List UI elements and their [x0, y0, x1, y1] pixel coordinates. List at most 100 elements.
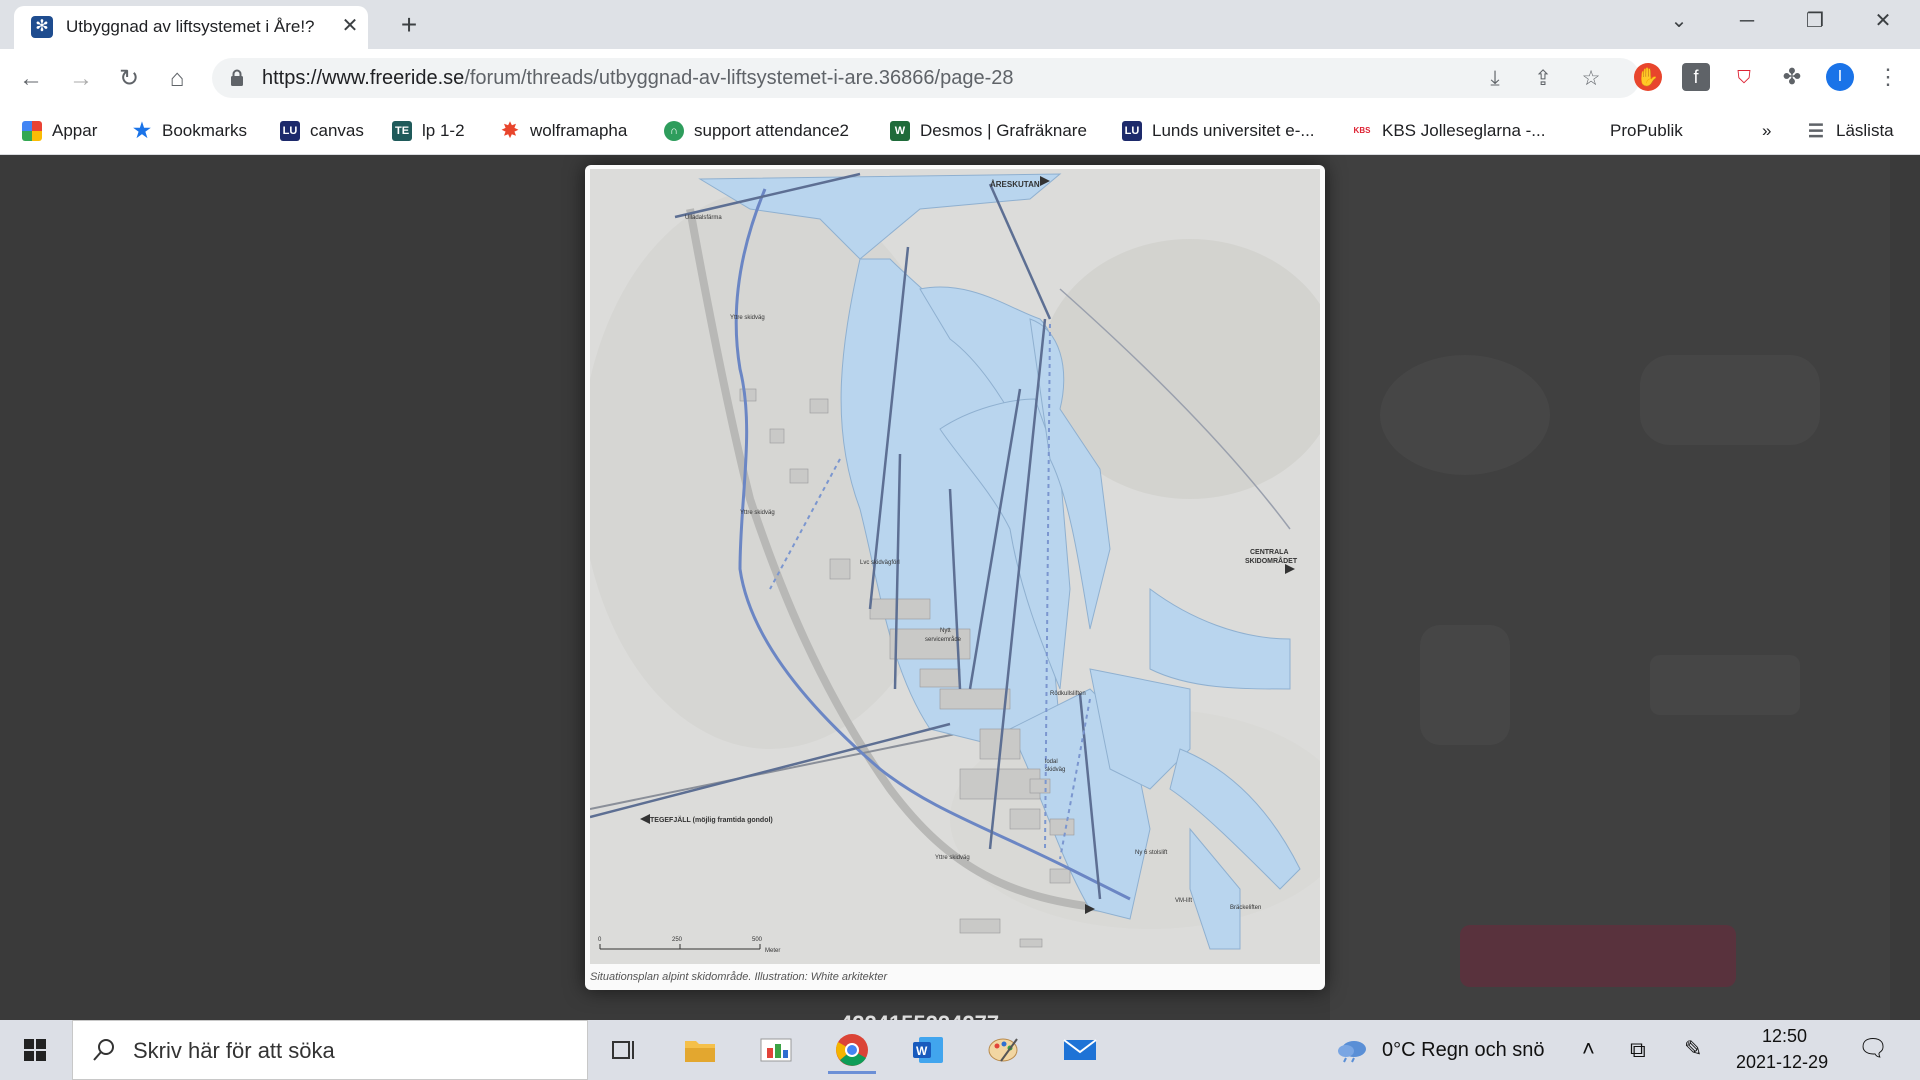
page-content: ÅRESKUTAN CENTRALA SKIDOMRÅDET TEGEFJÄLL…: [0, 155, 1920, 1020]
reload-button[interactable]: ↻: [112, 62, 146, 96]
map-label-ytre-1: Yttre skidväg: [730, 315, 765, 321]
bookmark-appar[interactable]: Appar: [22, 119, 97, 143]
bookmark-lp[interactable]: TE lp 1-2: [392, 119, 465, 143]
chrome-taskbar-icon[interactable]: [822, 1026, 882, 1074]
lock-icon: [231, 69, 243, 86]
more-bookmarks-button[interactable]: »: [1762, 119, 1771, 143]
reading-list-button[interactable]: ☰ Läslista: [1806, 119, 1894, 143]
mail-icon[interactable]: [1050, 1026, 1110, 1074]
bookmark-kbs[interactable]: KBS KBS Jolleseglarna -...: [1352, 119, 1545, 143]
kbs-icon: KBS: [1352, 121, 1372, 141]
share-icon[interactable]: ⇪: [1530, 66, 1556, 92]
bookmark-bookmarks[interactable]: ★ Bookmarks: [132, 119, 247, 143]
windows-taskbar: Skriv här för att söka W 0°C Regn och sn…: [0, 1020, 1920, 1080]
map-label-centrala: CENTRALA: [1250, 549, 1289, 556]
taskbar-search-box[interactable]: Skriv här för att söka: [72, 1020, 588, 1080]
extensions-puzzle-icon[interactable]: ✤: [1778, 63, 1806, 91]
pen-icon[interactable]: ✎: [1684, 1036, 1702, 1062]
windows-start-icon[interactable]: [0, 1020, 72, 1080]
desmos-icon: W: [890, 121, 910, 141]
map-label-rodkullen: Rödkullsliften: [1050, 691, 1086, 697]
tray-chevron-up-icon[interactable]: ˄: [1582, 1036, 1595, 1062]
browser-tab[interactable]: ✻ Utbyggnad av liftsystemet i Åre!? ✕: [14, 6, 368, 49]
scale-label-500: 500: [752, 937, 763, 943]
search-icon: [93, 1039, 114, 1061]
url-text: https://www.freeride.se/forum/threads/ut…: [262, 67, 1014, 89]
close-window-button[interactable]: ✕: [1858, 6, 1908, 36]
profile-avatar[interactable]: I: [1826, 63, 1854, 91]
bookmark-wolframapha[interactable]: ✸ wolframapha: [500, 119, 628, 143]
map-label-tegefjall: TEGEFJÄLL (möjlig framtida gondol): [650, 816, 773, 824]
scale-unit: Meter: [765, 948, 780, 954]
minimize-button[interactable]: ─: [1722, 6, 1772, 36]
te-icon: TE: [392, 121, 412, 141]
lu-icon: LU: [1122, 121, 1142, 141]
dimmed-thumbnail: [1650, 655, 1800, 715]
network-icon[interactable]: ⧉: [1630, 1037, 1646, 1063]
map-label-ulladal: Ulladalsfärma: [685, 215, 722, 221]
map-label-centrala-2: SKIDOMRÅDET: [1245, 556, 1298, 565]
paint-icon[interactable]: [974, 1026, 1034, 1074]
bookmark-canvas[interactable]: LU canvas: [280, 119, 364, 143]
svg-text:W: W: [916, 1044, 928, 1058]
headset-icon: ∩: [664, 121, 684, 141]
image-lightbox[interactable]: ÅRESKUTAN CENTRALA SKIDOMRÅDET TEGEFJÄLL…: [585, 165, 1325, 990]
ski-area-map: ÅRESKUTAN CENTRALA SKIDOMRÅDET TEGEFJÄLL…: [590, 169, 1320, 964]
facebook-extension-icon[interactable]: f: [1682, 63, 1710, 91]
map-label-brack: Bräckeliften: [1230, 905, 1261, 911]
bookmark-support-attendance[interactable]: ∩ support attendance2: [664, 119, 849, 143]
tab-strip: ✻ Utbyggnad av liftsystemet i Åre!? ✕ + …: [0, 0, 1920, 49]
image-caption: Situationsplan alpint skidområde. Illust…: [590, 971, 888, 983]
dimmed-thumbnail: [1640, 355, 1820, 445]
photos-app-icon[interactable]: [746, 1026, 806, 1074]
tab-title: Utbyggnad av liftsystemet i Åre!?: [66, 17, 315, 36]
scale-label-250: 250: [672, 937, 683, 943]
close-tab-icon[interactable]: ✕: [338, 14, 362, 38]
install-app-icon[interactable]: ⤓: [1482, 66, 1508, 92]
new-tab-button[interactable]: +: [392, 8, 426, 42]
map-label-ytre-2: Yttre skidväg: [740, 510, 775, 516]
map-label-ytre-3: Yttre skidväg: [935, 855, 970, 861]
lu-icon: LU: [280, 121, 300, 141]
file-explorer-icon[interactable]: [670, 1026, 730, 1074]
restore-button[interactable]: ❐: [1790, 6, 1840, 36]
clock-time[interactable]: 12:50: [1762, 1026, 1807, 1047]
map-label-lvc: Lvc skidvägförl: [860, 560, 900, 566]
bookmark-star-icon[interactable]: ☆: [1578, 66, 1604, 92]
map-label-skidvag: skidväg: [1045, 767, 1065, 773]
star-icon: ★: [133, 120, 151, 142]
word-icon[interactable]: W: [898, 1026, 958, 1074]
clock-date[interactable]: 2021-12-29: [1736, 1052, 1828, 1073]
reading-list-icon: ☰: [1807, 121, 1825, 141]
back-button[interactable]: ←: [14, 62, 48, 96]
browser-toolbar: ← → ↻ ⌂ https://www.freeride.se/forum/th…: [0, 49, 1920, 107]
apps-grid-icon: [22, 121, 42, 141]
weather-cloud-icon[interactable]: [1336, 1037, 1370, 1063]
bookmarks-bar: Appar ★ Bookmarks LU canvas TE lp 1-2 ✸ …: [0, 107, 1920, 155]
bookmark-lunds[interactable]: LU Lunds universitet e-...: [1122, 119, 1315, 143]
map-label-nytt: Nytt: [940, 628, 951, 634]
bookmark-desmos[interactable]: W Desmos | Grafräknare: [890, 119, 1087, 143]
weather-text[interactable]: 0°C Regn och snö: [1382, 1039, 1545, 1062]
map-label-ny6: Ny 6 stolslift: [1135, 850, 1168, 856]
shield-extension-icon[interactable]: ⛉: [1730, 63, 1758, 91]
wolfram-icon: ✸: [501, 120, 519, 142]
forward-button[interactable]: →: [64, 62, 98, 96]
home-button[interactable]: ⌂: [160, 62, 194, 96]
dimmed-thumbnail: [1380, 355, 1550, 475]
dimmed-button: [1460, 925, 1736, 987]
partial-text-below: 4224155224277: [840, 1011, 999, 1020]
notifications-icon[interactable]: 🗨: [1858, 1034, 1888, 1063]
map-label-vm: VM-lift: [1175, 898, 1192, 904]
task-view-icon[interactable]: [594, 1026, 654, 1074]
address-bar[interactable]: https://www.freeride.se/forum/threads/ut…: [212, 58, 1640, 98]
adblock-extension-icon[interactable]: ✋: [1634, 63, 1662, 91]
menu-kebab-icon[interactable]: ⋮: [1874, 63, 1902, 91]
tab-search-chevron-icon[interactable]: ⌄: [1654, 6, 1704, 36]
search-placeholder: Skriv här för att söka: [133, 1038, 335, 1063]
map-label-areskutan: ÅRESKUTAN: [990, 180, 1040, 189]
forum-sidebar-dimmed: [1330, 155, 1890, 1020]
map-label-lodal: lodal: [1045, 759, 1058, 765]
bookmark-propublik[interactable]: ProPublik: [1610, 119, 1683, 143]
map-label-service: servicemråde: [925, 636, 962, 643]
